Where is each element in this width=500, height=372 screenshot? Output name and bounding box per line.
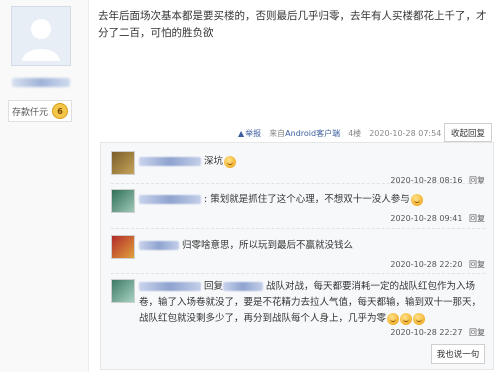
coin-icon: 6 [52,103,68,119]
reply-divider [111,273,485,275]
author-name-redacted[interactable] [12,78,70,87]
emoji-icon [387,312,400,325]
reply-avatar[interactable] [111,151,135,175]
reply-text: : 策划就是抓住了这个心理，不想双十一没人参与 [204,194,410,205]
reply-author-redacted[interactable] [139,157,201,166]
source-prefix: 来自 [269,129,286,138]
reply-author-redacted[interactable] [139,195,201,204]
reply-time-text: 2020-10-28 09:41 [390,214,463,223]
reply-avatar[interactable] [111,279,135,303]
post-meta: ▲ 举报 来自 Android客户端 4楼 2020-10-28 07:54 [238,128,441,139]
deposit-badge: 存款仟元 6 [8,100,72,122]
say-something-button[interactable]: 我也说一句 [431,344,485,364]
reply-author-redacted[interactable] [139,282,201,291]
emoji-icon [224,155,237,168]
source-link[interactable]: Android客户端 [285,128,340,139]
emoji-icon [400,312,413,325]
reply-link[interactable]: 回复 [469,214,485,223]
emoji-icon [410,193,423,206]
reply-time-text: 2020-10-28 22:20 [390,260,463,269]
reply-link[interactable]: 回复 [469,328,485,337]
reply-time: 2020-10-28 09:41 回复 [390,213,485,224]
reply-list: 深坑 2020-10-28 08:16 回复 : 策划就是抓住了这个心理，不想双… [100,142,494,370]
reply-divider [111,183,485,185]
report-link[interactable]: 举报 [245,128,261,139]
avatar[interactable] [11,6,71,66]
reply-link[interactable]: 回复 [469,260,485,269]
reply-time: 2020-10-28 22:20 回复 [390,259,485,270]
default-avatar-icon [12,7,70,65]
reply-item: 深坑 2020-10-28 08:16 回复 [111,151,485,185]
reply-divider [111,228,485,230]
emoji-icon [413,312,426,325]
report-icon: ▲ [238,129,245,138]
reply-target-redacted[interactable] [223,282,264,291]
reply-text: 深坑 [204,156,224,167]
deposit-label: 存款仟元 [12,107,49,118]
reply-avatar[interactable] [111,235,135,259]
reply-time: 2020-10-28 22:27 回复 [390,327,485,338]
collapse-replies-button[interactable]: 收起回复 [444,123,492,142]
reply-time-text: 2020-10-28 22:27 [390,328,463,337]
reply-avatar[interactable] [111,189,135,213]
reply-item: : 策划就是抓住了这个心理，不想双十一没人参与 2020-10-28 09:41… [111,189,485,223]
floor-number: 4楼 [348,129,362,138]
reply-prefix: 回复 [204,281,224,292]
reply-item: 回复 战队对战，每天都要消耗一定的战队红包作为入场卷，输了入场卷就没了，要是不花精… [111,279,485,337]
reply-text: 归零啥意思，所以玩到最后不赢就没钱么 [182,240,354,251]
post-datetime: 2020-10-28 07:54 [369,129,442,138]
post-content: 去年后面场次基本都是要买楼的，否则最后几乎归零，去年有人买楼都花上千了，才分了二… [98,10,487,39]
reply-item: 归零啥意思，所以玩到最后不赢就没钱么 2020-10-28 22:20 回复 [111,235,485,269]
author-sidebar: 存款仟元 6 [0,0,89,372]
reply-author-redacted[interactable] [139,241,179,250]
